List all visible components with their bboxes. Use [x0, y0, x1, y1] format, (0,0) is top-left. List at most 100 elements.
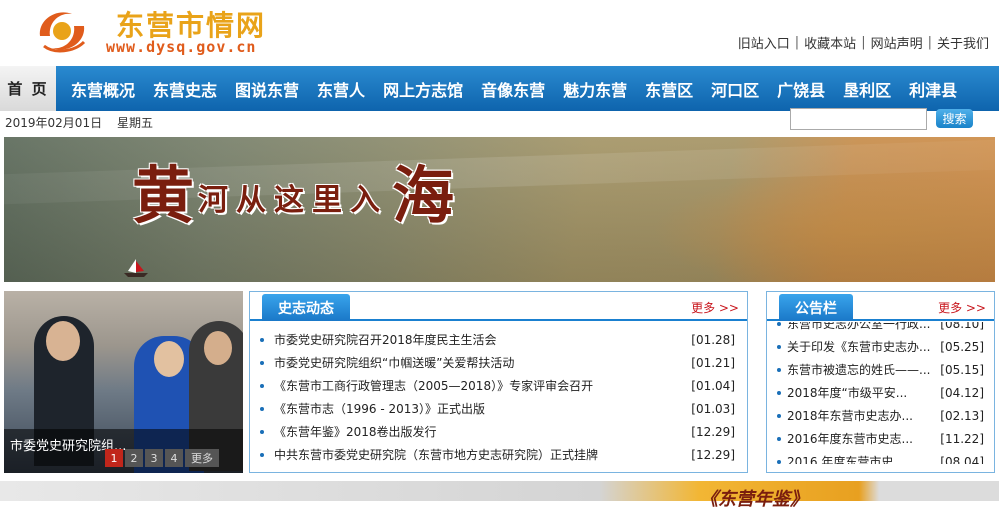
current-date: 2019年02月01日	[5, 116, 103, 130]
notice-panel: 公告栏 更多 >> 东营市史志办公室一行政... [08.10] 关于印发《东营市…	[766, 291, 995, 473]
news-title[interactable]: 《东营市工商行政管理志（2005—2018）》专家评审会召开	[274, 377, 685, 394]
list-item[interactable]: 2016 年度东营市史... [08.04]	[777, 450, 984, 464]
notice-title[interactable]: 东营市史志办公室一行政...	[787, 322, 936, 332]
person-face	[46, 321, 80, 361]
notice-list: 东营市史志办公室一行政... [08.10] 关于印发《东营市史志办... [05.…	[777, 322, 984, 464]
notice-title[interactable]: 2018年度“市级平安...	[787, 384, 936, 401]
slogan-middle: 河从这里入	[198, 183, 389, 218]
notice-more-link[interactable]: 更多 >>	[938, 299, 986, 316]
list-item[interactable]: 2016年度东营市史志... [11.22]	[777, 427, 984, 450]
news-date: [12.29]	[691, 424, 735, 439]
news-title[interactable]: 中共东营市委党史研究院（东营市地方史志研究院）正式挂牌	[274, 446, 685, 463]
slide-page-3[interactable]: 3	[145, 449, 163, 467]
list-item[interactable]: 市委党史研究院组织“巾帼送暖”关爱帮扶活动 [01.21]	[260, 351, 735, 374]
bottom-banner-strip[interactable]: 《东营年鉴》	[0, 481, 999, 510]
slide-page-4[interactable]: 4	[165, 449, 183, 467]
nav-item-guangrao[interactable]: 广饶县	[768, 77, 834, 101]
bullet-icon	[260, 383, 264, 388]
nav-home[interactable]: 首 页	[0, 66, 56, 111]
notice-date: [08.10]	[940, 322, 984, 331]
tab-notice[interactable]: 公告栏	[779, 294, 853, 321]
bullet-icon	[777, 436, 781, 441]
yearbook-banner-text: 《东营年鉴》	[700, 489, 808, 510]
bullet-icon	[777, 367, 781, 372]
site-logo-icon[interactable]	[34, 6, 90, 56]
person-face	[154, 341, 184, 377]
nav-item-pictures[interactable]: 图说东营	[226, 77, 308, 101]
nav-item-kenli[interactable]: 垦利区	[834, 77, 900, 101]
notice-title[interactable]: 关于印发《东营市史志办...	[787, 338, 936, 355]
divider: |	[794, 35, 800, 50]
old-site-link[interactable]: 旧站入口	[738, 33, 790, 52]
bullet-icon	[777, 390, 781, 395]
bookmark-link[interactable]: 收藏本站	[804, 33, 856, 52]
statement-link[interactable]: 网站声明	[871, 33, 923, 52]
list-item[interactable]: 东营市被遗忘的姓氏——... [05.15]	[777, 358, 984, 381]
news-date: [01.21]	[691, 355, 735, 370]
slide-page-1[interactable]: 1	[105, 449, 123, 467]
person-face	[204, 331, 232, 365]
nav-item-lijin[interactable]: 利津县	[900, 77, 966, 101]
list-item[interactable]: 2018年东营市史志办... [02.13]	[777, 404, 984, 427]
search-button[interactable]: 搜索	[936, 109, 973, 128]
nav-item-history[interactable]: 东营史志	[144, 77, 226, 101]
boat-icon	[124, 259, 148, 277]
divider: |	[927, 35, 932, 50]
news-title[interactable]: 市委党史研究院召开2018年度民主生活会	[274, 331, 685, 348]
list-item[interactable]: 东营市史志办公室一行政... [08.10]	[777, 322, 984, 335]
news-title[interactable]: 市委党史研究院组织“巾帼送暖”关爱帮扶活动	[274, 354, 685, 371]
slide-more-button[interactable]: 更多	[185, 449, 219, 467]
slogan-char-huang: 黄	[132, 159, 195, 232]
news-title[interactable]: 《东营年鉴》2018卷出版发行	[274, 423, 685, 440]
list-item[interactable]: 市委党史研究院召开2018年度民主生活会 [01.28]	[260, 328, 735, 351]
slide-page-2[interactable]: 2	[125, 449, 143, 467]
news-more-link[interactable]: 更多 >>	[691, 299, 739, 316]
search-input[interactable]	[790, 108, 927, 130]
list-item[interactable]: 中共东营市委党史研究院（东营市地方史志研究院）正式挂牌 [12.29]	[260, 443, 735, 466]
bullet-icon	[260, 406, 264, 411]
notice-title[interactable]: 东营市被遗忘的姓氏——...	[787, 361, 936, 378]
hero-banner[interactable]: 黄 河从这里入 海	[4, 137, 995, 282]
divider: |	[861, 35, 866, 50]
nav-item-charm[interactable]: 魅力东营	[554, 77, 636, 101]
news-panel: 史志动态 更多 >> 市委党史研究院召开2018年度民主生活会 [01.28] 市…	[249, 291, 748, 473]
news-date: [01.04]	[691, 378, 735, 393]
slogan-char-hai: 海	[392, 159, 455, 232]
notice-title[interactable]: 2016 年度东营市史...	[787, 453, 936, 464]
current-weekday: 星期五	[117, 116, 154, 130]
photo-slideshow[interactable]: 市委党史研究院组... 1 2 3 4 更多	[4, 291, 243, 473]
notice-title[interactable]: 2018年东营市史志办...	[787, 407, 936, 424]
about-link[interactable]: 关于我们	[937, 33, 989, 52]
notice-scroller[interactable]: 东营市史志办公室一行政... [08.10] 关于印发《东营市史志办... [05.…	[777, 322, 984, 464]
bullet-icon	[260, 337, 264, 342]
news-date: [01.03]	[691, 401, 735, 416]
list-item[interactable]: 《东营年鉴》2018卷出版发行 [12.29]	[260, 420, 735, 443]
banner-slogan: 黄 河从这里入 海	[132, 161, 454, 231]
bullet-icon	[777, 459, 781, 464]
nav-item-dongying-district[interactable]: 东营区	[636, 77, 702, 101]
list-item[interactable]: 《东营市志（1996 - 2013）》正式出版 [01.03]	[260, 397, 735, 420]
list-item[interactable]: 2018年度“市级平安... [04.12]	[777, 381, 984, 404]
tab-news[interactable]: 史志动态	[262, 294, 350, 321]
notice-date: [04.12]	[940, 385, 984, 400]
bullet-icon	[260, 452, 264, 457]
top-links: 旧站入口 | 收藏本站 | 网站声明 | 关于我们	[738, 33, 989, 52]
notice-date: [02.13]	[940, 408, 984, 423]
list-item[interactable]: 《东营市工商行政管理志（2005—2018）》专家评审会召开 [01.04]	[260, 374, 735, 397]
bullet-icon	[777, 413, 781, 418]
nav-item-people[interactable]: 东营人	[308, 77, 374, 101]
site-header: 东营市情网 www.dysq.gov.cn 旧站入口 | 收藏本站 | 网站声明 | …	[0, 0, 999, 66]
notice-date: [08.04]	[940, 454, 984, 465]
news-date: [12.29]	[691, 447, 735, 462]
nav-item-video[interactable]: 音像东营	[472, 77, 554, 101]
news-title[interactable]: 《东营市志（1996 - 2013）》正式出版	[274, 400, 685, 417]
list-item[interactable]: 关于印发《东营市史志办... [05.25]	[777, 335, 984, 358]
nav-item-overview[interactable]: 东营概况	[62, 77, 144, 101]
nav-item-museum[interactable]: 网上方志馆	[374, 77, 472, 101]
notice-date: [05.25]	[940, 339, 984, 354]
bullet-icon	[260, 360, 264, 365]
nav-item-hekou[interactable]: 河口区	[702, 77, 768, 101]
notice-title[interactable]: 2016年度东营市史志...	[787, 430, 936, 447]
notice-date: [05.15]	[940, 362, 984, 377]
site-url: www.dysq.gov.cn	[106, 38, 257, 56]
